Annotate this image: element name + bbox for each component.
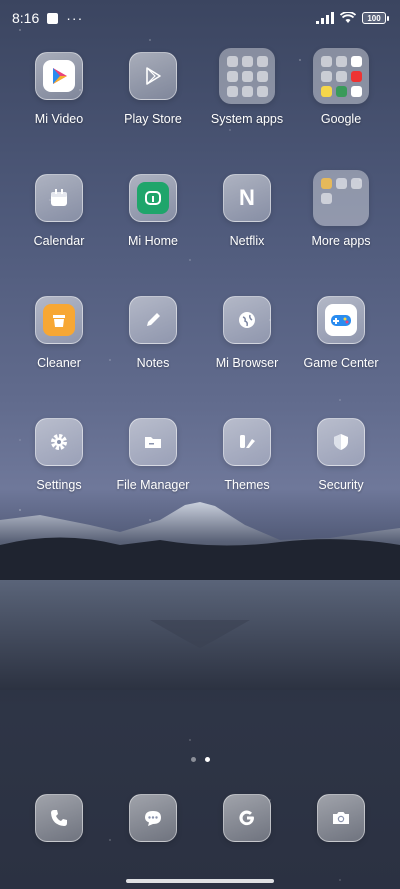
themes-icon	[223, 418, 271, 466]
folder-google[interactable]: Google	[294, 48, 388, 126]
signal-icon	[316, 12, 334, 24]
app-label: Themes	[224, 478, 270, 492]
dock	[12, 794, 388, 842]
camera-icon	[317, 794, 365, 842]
google-icon	[223, 794, 271, 842]
folder-system-apps[interactable]: System apps	[200, 48, 294, 126]
app-security[interactable]: Security	[294, 418, 388, 492]
page-indicator[interactable]	[0, 757, 400, 762]
app-label: System apps	[210, 112, 284, 126]
app-label: Google	[320, 112, 362, 126]
pencil-icon	[129, 296, 177, 344]
more-dots-icon: ···	[66, 10, 84, 26]
dock-phone[interactable]	[12, 794, 106, 842]
app-label: Notes	[136, 356, 170, 370]
folder-icon	[313, 170, 369, 226]
folder-more-apps[interactable]: More apps	[294, 170, 388, 248]
app-label: Cleaner	[37, 356, 81, 370]
app-themes[interactable]: Themes	[200, 418, 294, 492]
netflix-icon: N	[223, 174, 271, 222]
battery-icon: 100	[362, 12, 389, 24]
gear-icon	[35, 418, 83, 466]
app-label: File Manager	[116, 478, 190, 492]
clock: 8:16	[12, 10, 40, 26]
app-label: Play Store	[124, 112, 182, 126]
page-dot-active[interactable]	[204, 757, 210, 762]
app-label: Calendar	[33, 234, 85, 248]
app-cleaner[interactable]: Cleaner	[12, 296, 106, 370]
app-game-center[interactable]: Game Center	[294, 296, 388, 370]
wifi-icon	[340, 12, 356, 23]
phone-icon	[35, 794, 83, 842]
folder-file-icon	[129, 418, 177, 466]
home-gesture-bar[interactable]	[126, 879, 274, 883]
dock-google[interactable]	[200, 794, 294, 842]
dock-camera[interactable]	[294, 794, 388, 842]
shield-icon	[317, 418, 365, 466]
page-dot[interactable]	[190, 757, 196, 762]
app-mi-home[interactable]: Mi Home	[106, 174, 200, 248]
gamepad-icon	[317, 296, 365, 344]
notification-square-icon	[47, 12, 59, 24]
netflix-letter: N	[239, 185, 255, 210]
app-label: Settings	[36, 478, 82, 492]
app-play-store[interactable]: Play Store	[106, 52, 200, 126]
app-netflix[interactable]: N Netflix	[200, 174, 294, 248]
app-notes[interactable]: Notes	[106, 296, 200, 370]
messages-icon	[129, 794, 177, 842]
folder-icon	[219, 48, 275, 104]
app-label: Mi Browser	[215, 356, 279, 370]
folder-icon	[313, 48, 369, 104]
globe-icon	[223, 296, 271, 344]
wallpaper-mountain-lake	[0, 502, 400, 690]
app-label: More apps	[311, 234, 371, 248]
app-calendar[interactable]: Calendar	[12, 174, 106, 248]
battery-level: 100	[367, 13, 381, 23]
app-grid: Mi Video Play Store System apps Google C…	[12, 48, 388, 492]
app-label: Security	[318, 478, 364, 492]
app-mi-video[interactable]: Mi Video	[12, 52, 106, 126]
calendar-icon	[35, 174, 83, 222]
status-bar: 8:16 ··· 100	[0, 0, 400, 36]
app-file-manager[interactable]: File Manager	[106, 418, 200, 492]
app-label: Game Center	[303, 356, 379, 370]
app-label: Mi Home	[127, 234, 178, 248]
play-store-icon	[129, 52, 177, 100]
app-label: Mi Video	[34, 112, 84, 126]
app-settings[interactable]: Settings	[12, 418, 106, 492]
app-mi-browser[interactable]: Mi Browser	[200, 296, 294, 370]
app-label: Netflix	[229, 234, 265, 248]
mi-video-icon	[35, 52, 83, 100]
mi-home-icon	[129, 174, 177, 222]
cleaner-icon	[35, 296, 83, 344]
dock-messages[interactable]	[106, 794, 200, 842]
